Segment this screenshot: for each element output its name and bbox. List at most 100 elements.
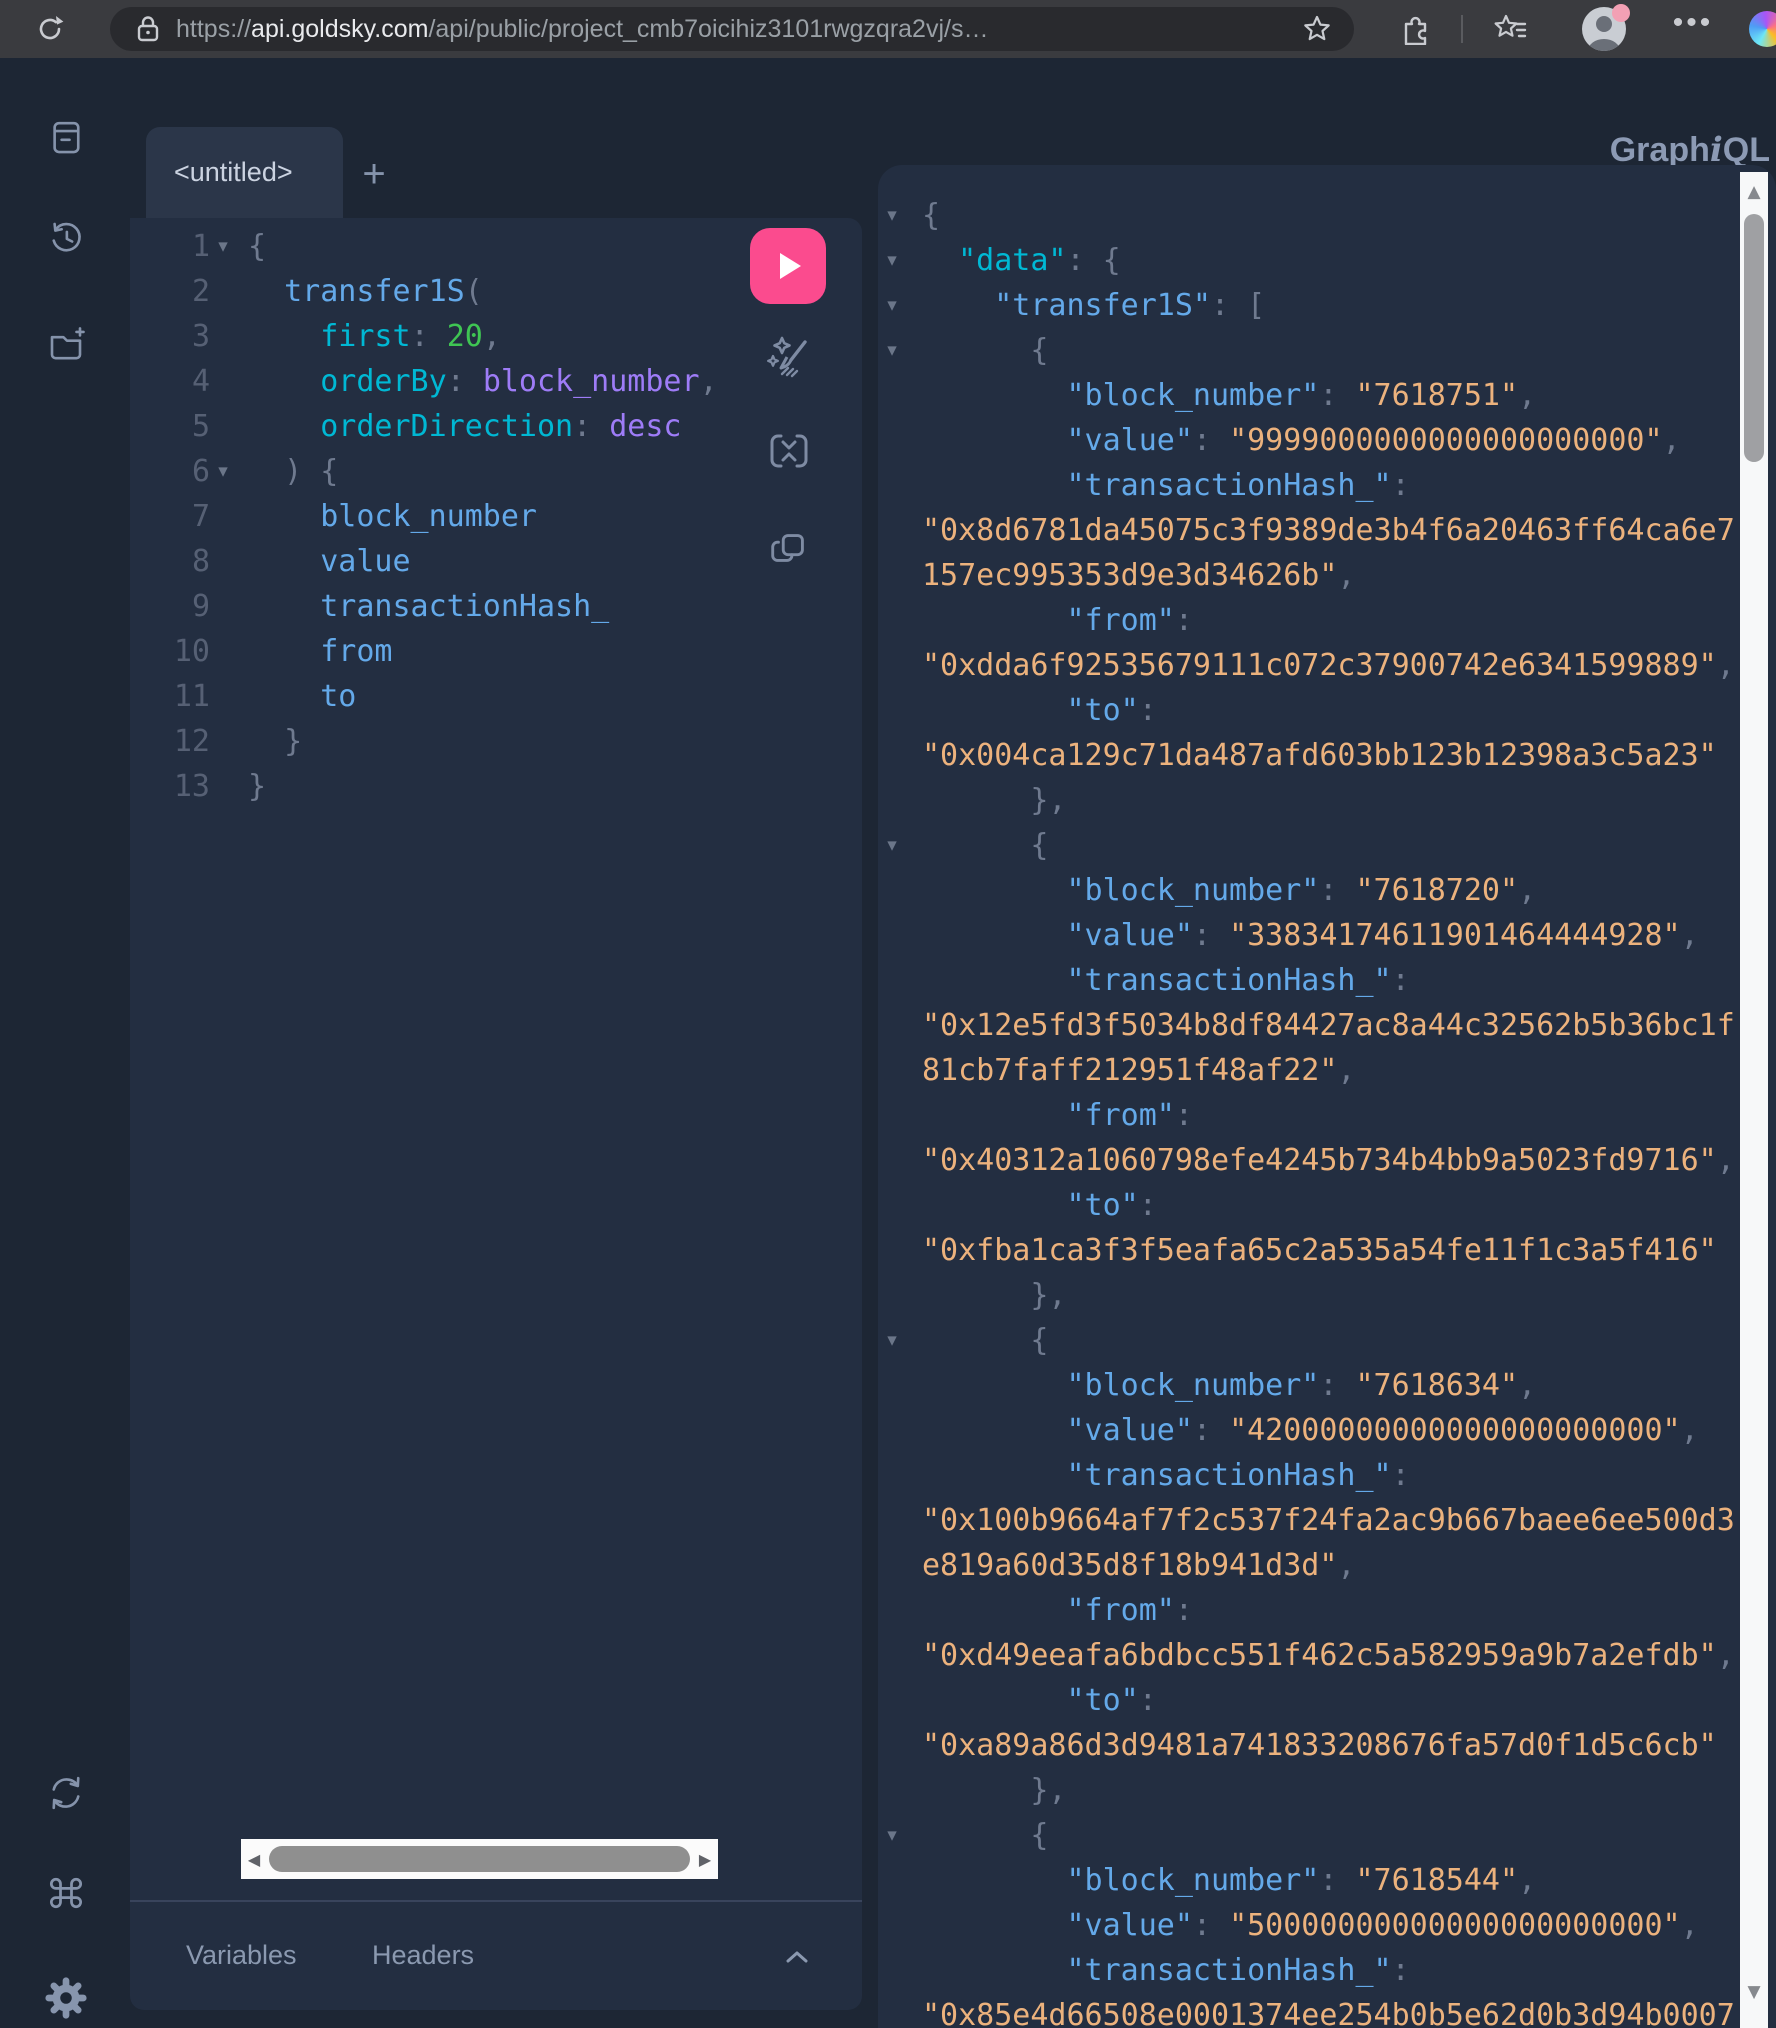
scroll-down-icon[interactable]: ▼ [1740, 1982, 1768, 2002]
editor-line: 6▾ ) { [130, 449, 862, 494]
favorites-button[interactable] [1489, 8, 1531, 50]
shortcut-keys-icon [44, 1871, 88, 1915]
fold-spacer [210, 359, 236, 404]
prettify-button[interactable] [765, 332, 813, 380]
code-text: "transfer1S": [ [922, 288, 1265, 323]
response-line: "0xdda6f92535679111c072c37900742e6341599… [910, 643, 1735, 688]
url-host: api.goldsky.com [251, 15, 428, 43]
logo-i: i [1710, 130, 1723, 170]
code-text: "0x004ca129c71da487afd603bb123b12398a3c5… [922, 738, 1717, 773]
editor-horizontal-scrollbar[interactable]: ◀ ▶ [241, 1839, 718, 1879]
fold-arrow-icon[interactable]: ▾ [882, 823, 902, 868]
line-number: 10 [130, 629, 210, 674]
editor-line: 12 } [130, 719, 862, 764]
code-text: from [248, 629, 393, 674]
copy-query-button[interactable] [765, 523, 813, 571]
merge-fragments-icon [765, 427, 813, 475]
scroll-left-icon[interactable]: ◀ [241, 1850, 267, 1869]
code-text: orderBy: block_number, [248, 359, 718, 404]
reload-button[interactable] [30, 9, 70, 49]
response-line: "transactionHash_": [910, 1948, 1410, 1993]
merge-fragments-button[interactable] [765, 427, 813, 475]
editor-hscroll-thumb[interactable] [269, 1846, 690, 1872]
response-line: }, [910, 1273, 1067, 1318]
code-text: "block_number": "7618720", [922, 873, 1536, 908]
add-tab-button[interactable]: + [352, 150, 396, 198]
response-vertical-scrollbar[interactable]: ▲ ▼ [1740, 172, 1768, 2028]
response-line: "block_number": "7618720", [910, 868, 1536, 913]
editor-line: 3 first: 20, [130, 314, 862, 359]
variables-label: Variables [186, 1940, 297, 1970]
more-menu-icon: ••• [1673, 8, 1714, 50]
response-vscroll-thumb[interactable] [1744, 214, 1764, 462]
sidebar-shortcuts-button[interactable] [42, 1869, 90, 1917]
address-bar[interactable]: https://api.goldsky.com/api/public/proje… [110, 7, 1354, 51]
fold-spacer [210, 719, 236, 764]
code-text: value [248, 539, 411, 584]
copilot-icon[interactable] [1749, 11, 1776, 47]
code-text: "transactionHash_": [922, 468, 1410, 503]
scroll-up-icon[interactable]: ▲ [1740, 182, 1768, 202]
collapse-editor-tools-button[interactable] [785, 1950, 809, 1964]
fold-arrow-icon[interactable]: ▾ [882, 1813, 902, 1858]
fold-arrow-icon[interactable]: ▾ [882, 328, 902, 373]
code-text: ) { [248, 449, 338, 494]
code-text: }, [922, 1773, 1067, 1808]
code-text: { [248, 224, 266, 269]
sidebar-settings-button[interactable] [42, 1974, 90, 2022]
fold-arrow-icon[interactable]: ▾ [882, 193, 902, 238]
fold-arrow-icon[interactable]: ▾ [210, 449, 236, 494]
code-text: "to": [922, 1188, 1157, 1223]
sidebar-new-workspace-button[interactable] [42, 321, 90, 369]
response-line: "from": [910, 1093, 1193, 1138]
url-input[interactable]: https://api.goldsky.com/api/public/proje… [176, 15, 1302, 44]
response-line: "0x85e4d66508e0001374ee254b0b5e62d0b3d94… [910, 1993, 1735, 2028]
query-editor-lines[interactable]: 1▾{2 transfer1S(3 first: 20,4 orderBy: b… [130, 224, 862, 809]
response-line: { [910, 328, 1048, 373]
tab-variables[interactable]: Variables [186, 1940, 297, 1971]
tab-headers[interactable]: Headers [372, 1940, 474, 1971]
code-text: "0x85e4d66508e0001374ee254b0b5e62d0b3d94… [922, 1998, 1735, 2028]
response-panel: ▾{▾ "data": {▾ "transfer1S": [▾ { "block… [878, 165, 1776, 2028]
extensions-puzzle-icon [1399, 13, 1431, 45]
tab-untitled[interactable]: <untitled> [146, 127, 343, 218]
graphiql-logo: GraphiQL [1560, 130, 1770, 170]
logo-ql: QL [1723, 131, 1770, 169]
more-menu-button[interactable]: ••• [1672, 8, 1714, 50]
execute-query-button[interactable] [750, 228, 826, 304]
code-text: "0xd49eeafa6bdbcc551f462c5a582959a9b7a2e… [922, 1638, 1735, 1673]
fold-arrow-icon[interactable]: ▾ [882, 283, 902, 328]
fold-spacer [210, 269, 236, 314]
response-line: { [910, 1318, 1048, 1363]
code-text: "value": "33834174611901464444928", [922, 918, 1699, 953]
code-text: "from": [922, 1593, 1193, 1628]
scroll-right-icon[interactable]: ▶ [692, 1850, 718, 1869]
code-text: first: 20, [248, 314, 501, 359]
response-line: "0xfba1ca3f3f5eafa65c2a535a54fe11f1c3a5f… [910, 1228, 1717, 1273]
extensions-button[interactable] [1394, 8, 1436, 50]
response-line: "transactionHash_": [910, 958, 1410, 1003]
line-number: 13 [130, 764, 210, 809]
response-line: "transactionHash_": [910, 1453, 1410, 1498]
line-number: 5 [130, 404, 210, 449]
sidebar-history-button[interactable] [42, 214, 90, 262]
code-text: } [248, 764, 266, 809]
code-text: "from": [922, 1098, 1193, 1133]
lock-icon [136, 15, 160, 43]
line-number: 3 [130, 314, 210, 359]
settings-gear-icon [43, 1975, 89, 2021]
code-text: "0x8d6781da45075c3f9389de3b4f6a20463ff64… [922, 513, 1735, 548]
response-line: "from": [910, 598, 1193, 643]
response-line: "to": [910, 1678, 1157, 1723]
fold-arrow-icon[interactable]: ▾ [882, 1318, 902, 1363]
code-text: { [922, 1818, 1048, 1853]
code-text: "block_number": "7618634", [922, 1368, 1536, 1403]
fold-arrow-icon[interactable]: ▾ [882, 238, 902, 283]
code-text: "to": [922, 693, 1157, 728]
fold-arrow-icon[interactable]: ▾ [210, 224, 236, 269]
sidebar-refetch-schema-button[interactable] [42, 1769, 90, 1817]
code-text: "from": [922, 603, 1193, 638]
bookmark-star-button[interactable] [1302, 14, 1332, 44]
response-line: "0x40312a1060798efe4245b734b4bb9a5023fd9… [910, 1138, 1735, 1183]
sidebar-docs-button[interactable] [42, 114, 90, 162]
